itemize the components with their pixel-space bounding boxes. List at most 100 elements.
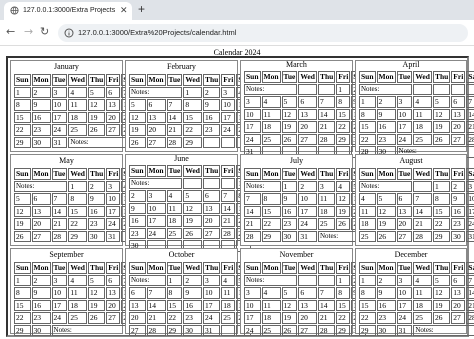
day-cell: 10 <box>396 108 413 120</box>
week-row: 45678910 <box>359 193 474 205</box>
day-cell: 18 <box>166 215 183 227</box>
day-cell: 8 <box>261 193 281 205</box>
week-row: 12131415161718 <box>14 205 136 217</box>
day-header: Fri <box>106 168 121 180</box>
browser-toolbar: ← → ↻ 127.0.0.1:3000/Extra%20Projects/ca… <box>0 20 474 46</box>
day-cell: 8 <box>68 193 87 205</box>
day-header: Mon <box>376 168 396 180</box>
day-cell: 23 <box>202 124 221 136</box>
day-cell: 2 <box>298 180 317 192</box>
day-cell: 3 <box>466 180 474 192</box>
day-cell: 22 <box>432 218 451 230</box>
day-cell: 19 <box>87 299 106 311</box>
week-row: 567891011 <box>14 193 136 205</box>
day-cell: 15 <box>336 108 351 120</box>
day-header: Mon <box>376 71 396 83</box>
day-cell: 1 <box>336 274 351 286</box>
day-cell: 17 <box>396 121 413 133</box>
month-name: May <box>59 156 74 165</box>
day-cell: 9 <box>202 99 221 111</box>
forward-icon[interactable]: → <box>24 25 33 38</box>
day-cell: 3 <box>51 86 68 98</box>
month-november: NovemberSunMonTueWedThuFriSatNotes:12345… <box>240 248 366 336</box>
day-header: Sun <box>14 74 31 86</box>
day-header: Thu <box>432 262 451 274</box>
day-cell <box>202 136 221 148</box>
day-cell: 18 <box>68 299 87 311</box>
day-cell: 24 <box>298 218 317 230</box>
day-header: Fri <box>336 71 351 83</box>
month-table: SunMonTueWedThuFriSatNotes:1234567891011… <box>243 70 367 159</box>
close-tab-icon[interactable]: ✕ <box>120 5 128 16</box>
day-cell: 9 <box>376 108 396 120</box>
day-cell: 11 <box>221 287 236 299</box>
day-cell: 12 <box>281 299 298 311</box>
day-header: Mon <box>31 262 51 274</box>
day-cell: 12 <box>87 287 106 299</box>
back-icon[interactable]: ← <box>6 25 15 38</box>
day-header: Thu <box>317 262 336 274</box>
week-row: 78910111213 <box>244 193 366 205</box>
day-cell: 1 <box>359 96 376 108</box>
week-row: 27 28 29 30 31 <box>129 324 251 336</box>
day-header: Sun <box>14 168 31 180</box>
reload-icon[interactable]: ↻ <box>40 25 49 38</box>
day-cell: 9 <box>281 193 298 205</box>
day-cell: 4 <box>221 274 236 286</box>
day-cell: 15 <box>359 299 376 311</box>
day-cell: 14 <box>317 299 336 311</box>
day-cell: 6 <box>106 86 121 98</box>
day-cell: 17 <box>51 299 68 311</box>
day-cell: 8 <box>359 108 376 120</box>
day-cell: 21 <box>466 121 474 133</box>
day-cell: 10 <box>202 287 221 299</box>
day-cell: 18 <box>221 299 236 311</box>
day-cell: 26 <box>432 133 451 145</box>
day-cell: 14 <box>466 287 474 299</box>
day-cell: 9 <box>31 99 51 111</box>
day-cell: 1 <box>336 83 351 95</box>
day-cell: 23 <box>31 124 51 136</box>
day-cell: 11 <box>359 205 376 217</box>
day-cell: 23 <box>376 133 396 145</box>
day-cell: 11 <box>68 287 87 299</box>
day-cell: 11 <box>413 287 432 299</box>
day-cell: 25 <box>68 124 87 136</box>
day-cell: 19 <box>281 121 298 133</box>
browser-tab[interactable]: 127.0.0.1:3000/Extra Projects/c ✕ <box>4 2 132 20</box>
day-cell: 24 <box>51 124 68 136</box>
day-header: Mon <box>376 262 396 274</box>
day-cell <box>221 136 236 148</box>
day-cell: 27 <box>31 230 51 242</box>
week-row: 22232425262728 <box>359 133 474 145</box>
info-icon[interactable] <box>64 28 74 38</box>
month-table: SunMonTueWedThuFriSatNotes:1234567891011… <box>358 70 474 159</box>
day-cell <box>466 83 474 95</box>
day-cell: 18 <box>413 121 432 133</box>
day-cell: 20 <box>298 121 317 133</box>
day-header: Fri <box>451 71 466 83</box>
day-cell: 1 <box>281 180 298 192</box>
day-cell: 26 <box>87 312 106 324</box>
day-cell: 2 <box>183 274 202 286</box>
day-cell: 5 <box>432 274 451 286</box>
day-cell: 3 <box>396 274 413 286</box>
day-cell: 21 <box>317 121 336 133</box>
day-cell: 17 <box>298 205 317 217</box>
day-cell: 27 <box>298 324 317 336</box>
day-header: Sat <box>466 168 474 180</box>
day-cell: 20 <box>129 312 146 324</box>
day-cell: 9 <box>129 202 146 214</box>
day-cell: 27 <box>396 230 413 242</box>
week-row: 22232425262728 <box>14 124 136 136</box>
address-bar[interactable]: 127.0.0.1:3000/Extra%20Projects/calendar… <box>58 24 468 42</box>
day-cell: 27 <box>202 227 221 239</box>
day-header: Sun <box>129 262 146 274</box>
day-cell: 22 <box>166 312 183 324</box>
week-row: Notes: <box>359 83 474 95</box>
week-row: Notes:12 <box>244 274 366 286</box>
day-cell: 11 <box>166 202 183 214</box>
new-tab-icon[interactable]: + <box>138 2 145 16</box>
day-cell: 17 <box>396 299 413 311</box>
day-cell <box>413 83 432 95</box>
